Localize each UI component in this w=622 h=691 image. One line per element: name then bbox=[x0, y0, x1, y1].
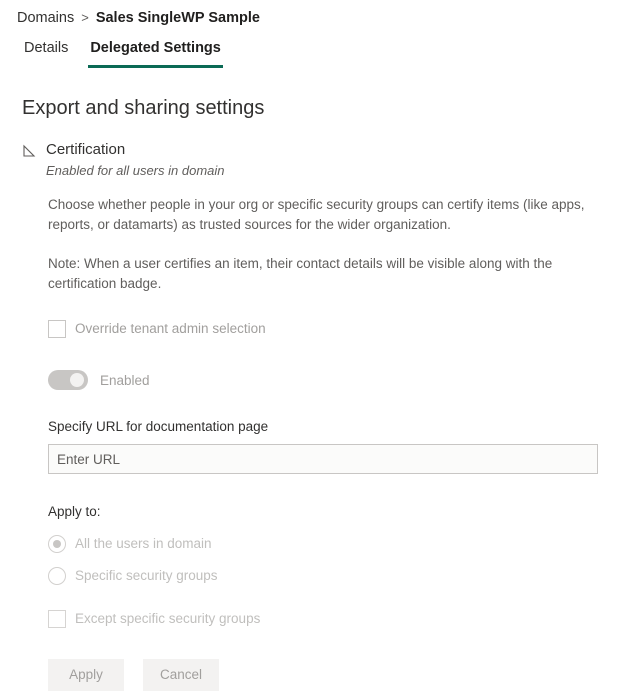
certification-section: Certification Enabled for all users in d… bbox=[22, 140, 622, 691]
breadcrumb-separator-icon: > bbox=[81, 10, 89, 25]
certification-title: Certification bbox=[46, 141, 126, 158]
tab-delegated-settings-label: Delegated Settings bbox=[90, 40, 221, 56]
page-title: Export and sharing settings bbox=[22, 97, 265, 119]
tab-details-label: Details bbox=[24, 40, 69, 56]
tab-bar: Details Delegated Settings bbox=[0, 28, 622, 68]
except-specific-groups-row[interactable]: Except specific security groups bbox=[48, 609, 622, 628]
documentation-url-label: Specify URL for documentation page bbox=[48, 419, 269, 434]
tab-details[interactable]: Details bbox=[22, 38, 70, 68]
certification-note: Note: When a user certifies an item, the… bbox=[48, 256, 553, 291]
enabled-toggle-knob bbox=[70, 373, 84, 387]
certification-status-text: Enabled for all users in domain bbox=[46, 163, 225, 178]
override-tenant-admin-label: Override tenant admin selection bbox=[75, 321, 266, 336]
breadcrumb-root-link[interactable]: Domains bbox=[17, 8, 74, 28]
radio-specific-groups-label: Specific security groups bbox=[75, 568, 218, 583]
radio-specific-groups-row[interactable]: Specific security groups bbox=[48, 566, 622, 585]
except-specific-groups-label: Except specific security groups bbox=[75, 611, 261, 626]
documentation-url-input[interactable] bbox=[48, 444, 598, 474]
action-button-row: Apply Cancel bbox=[48, 659, 622, 691]
certification-section-header[interactable]: Certification Enabled for all users in d… bbox=[22, 140, 622, 180]
apply-to-label: Apply to: bbox=[48, 504, 101, 519]
cancel-button[interactable]: Cancel bbox=[143, 659, 219, 691]
override-tenant-admin-row[interactable]: Override tenant admin selection bbox=[48, 319, 622, 338]
documentation-url-field-block: Specify URL for documentation page bbox=[48, 417, 622, 474]
radio-all-users-label: All the users in domain bbox=[75, 536, 212, 551]
certification-description: Choose whether people in your org or spe… bbox=[48, 197, 585, 232]
radio-all-users-in-domain[interactable] bbox=[48, 534, 66, 553]
breadcrumb: Domains > Sales SingleWP Sample bbox=[0, 0, 622, 28]
enabled-toggle-row[interactable]: Enabled bbox=[48, 370, 622, 390]
tab-delegated-settings[interactable]: Delegated Settings bbox=[88, 38, 223, 68]
apply-button[interactable]: Apply bbox=[48, 659, 124, 691]
collapse-triangle-icon[interactable] bbox=[22, 144, 36, 158]
radio-specific-security-groups[interactable] bbox=[48, 566, 66, 585]
certification-body: Choose whether people in your org or spe… bbox=[48, 195, 622, 691]
except-specific-groups-checkbox[interactable] bbox=[48, 609, 66, 628]
enabled-toggle[interactable] bbox=[48, 370, 88, 390]
breadcrumb-current-item: Sales SingleWP Sample bbox=[95, 10, 260, 26]
radio-all-users-row[interactable]: All the users in domain bbox=[48, 534, 622, 553]
enabled-toggle-label: Enabled bbox=[100, 372, 150, 388]
override-tenant-admin-checkbox[interactable] bbox=[48, 319, 66, 338]
